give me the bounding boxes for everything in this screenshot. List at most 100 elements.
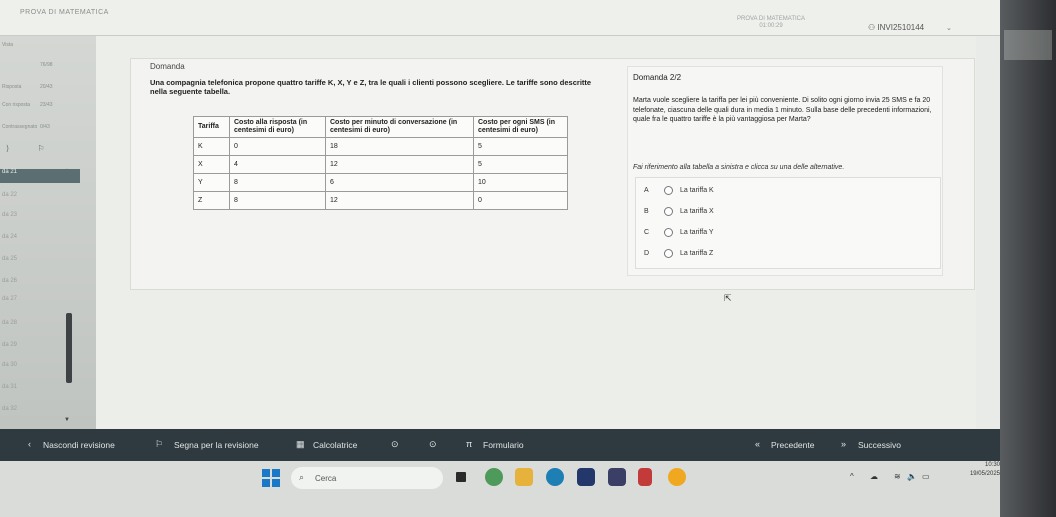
widgets-icon[interactable]: [485, 468, 503, 486]
chevron-up-icon[interactable]: ^: [850, 472, 854, 481]
option-text: La tariffa K: [680, 187, 714, 194]
stat-value: 76/98: [40, 62, 53, 68]
radio-button[interactable]: [664, 249, 673, 258]
sidebar-question-item[interactable]: da 23: [0, 212, 80, 226]
exam-name: PROVA DI MATEMATICA: [737, 16, 806, 22]
clock-icon[interactable]: ⊙: [391, 439, 399, 450]
table-cell: 0: [473, 191, 568, 210]
table-row: K 0 18 5: [193, 137, 568, 156]
sidebar-scrollbar[interactable]: [66, 313, 72, 383]
sub-question-title: Domanda 2/2: [633, 73, 682, 82]
stat-value: 20/43: [40, 84, 53, 90]
stat-label: Con risposta: [2, 102, 31, 108]
table-row: Y 8 6 10: [193, 173, 568, 192]
column-header: Costo alla risposta (in centesimi di eur…: [229, 116, 326, 138]
speaker-icon[interactable]: 🔈: [907, 472, 917, 481]
sub-question-hint: Fai riferimento alla tabella a sinistra …: [633, 164, 845, 171]
radio-button[interactable]: [664, 186, 673, 195]
taskbar-clock[interactable]: 10:30 19/05/2025: [940, 461, 1000, 479]
task-view-icon[interactable]: [456, 472, 466, 482]
windows-start-icon[interactable]: [262, 469, 280, 487]
chevron-left-icon[interactable]: ‹: [28, 439, 31, 449]
store-icon[interactable]: [577, 468, 595, 486]
column-header: Costo per ogni SMS (in centesimi di euro…: [473, 116, 568, 138]
sidebar-stat-row: Vista: [0, 38, 96, 52]
exam-screen: PROVA DI MATEMATICA PROVA DI MATEMATICA …: [0, 0, 1000, 517]
exam-header: PROVA DI MATEMATICA PROVA DI MATEMATICA …: [0, 0, 1000, 36]
sidebar-question-item[interactable]: da 25: [0, 256, 80, 270]
table-row: Z 8 12 0: [193, 191, 568, 210]
table-row: X 4 12 5: [193, 155, 568, 174]
battery-icon[interactable]: ▭: [922, 472, 930, 481]
option-letter: C: [644, 229, 650, 236]
exam-timer: 01:00:29: [759, 23, 783, 29]
sidebar-stat-row: Con risposta 23/43: [0, 98, 96, 112]
answer-option-b[interactable]: B La tariffa X: [640, 204, 930, 220]
next-button[interactable]: Successivo: [858, 440, 901, 450]
security-app-icon[interactable]: [638, 468, 652, 486]
sidebar-question-item[interactable]: da 31: [0, 384, 80, 398]
table-cell: 0: [229, 137, 326, 156]
user-icon: ⚇: [868, 23, 878, 32]
sidebar-question-item[interactable]: da 27: [0, 296, 80, 310]
radio-button[interactable]: [664, 228, 673, 237]
clock-time: 10:30: [984, 462, 1000, 468]
calculator-button[interactable]: Calcolatrice: [313, 440, 357, 450]
wifi-icon[interactable]: ≋: [894, 472, 901, 481]
table-cell: Z: [193, 191, 230, 210]
stat-value: 0/43: [40, 124, 50, 130]
column-header: Costo per minuto di conversazione (in ce…: [325, 116, 474, 138]
table-cell: K: [193, 137, 230, 156]
table-cell: 12: [325, 191, 474, 210]
formulary-button[interactable]: Formulario: [483, 440, 524, 450]
radio-button[interactable]: [664, 207, 673, 216]
table-cell: 6: [325, 173, 474, 192]
stat-value: 23/43: [40, 102, 53, 108]
option-letter: B: [644, 208, 649, 215]
scroll-down-icon[interactable]: ▼: [64, 417, 70, 423]
question-sidebar: Vista 76/98 Risposta 20/43 Con risposta …: [0, 36, 96, 429]
app-title: PROVA DI MATEMATICA: [20, 9, 109, 16]
sidebar-stat-row: Contrassegnato 0/43: [0, 120, 96, 134]
stat-label: Risposta: [2, 84, 22, 90]
mark-for-review-button[interactable]: Segna per la revisione: [174, 440, 259, 450]
pi-icon: π: [466, 439, 473, 449]
cloud-icon[interactable]: ☁: [870, 472, 878, 481]
browser-app-icon[interactable]: [668, 468, 686, 486]
file-explorer-icon[interactable]: [515, 468, 533, 486]
sidebar-stat-row: Risposta 20/43: [0, 80, 96, 94]
flag-icon: ⚐: [155, 439, 164, 449]
taskbar-search[interactable]: ⌕ Cerca: [291, 467, 443, 489]
table-cell: 10: [473, 173, 568, 192]
question-label: Domanda: [150, 62, 185, 71]
table-cell: 5: [473, 155, 568, 174]
sidebar-question-item[interactable]: da 26: [0, 278, 80, 292]
user-badge[interactable]: ⚇ INVI2510144: [868, 23, 924, 32]
sidebar-question-item[interactable]: da 24: [0, 234, 80, 248]
calculator-icon: ▦: [296, 439, 305, 449]
stat-label: Contrassegnato: [2, 124, 38, 130]
table-cell: 8: [229, 191, 326, 210]
exam-info: PROVA DI MATEMATICA 01:00:29: [737, 16, 805, 30]
back-icon[interactable]: ⟩: [6, 144, 9, 153]
table-cell: 8: [229, 173, 326, 192]
stat-label: Vista: [2, 42, 14, 48]
option-letter: A: [644, 187, 649, 194]
monitor-bezel: [1000, 0, 1056, 517]
flag-icon[interactable]: ⚐: [37, 144, 44, 153]
user-id: INVI2510144: [877, 23, 925, 32]
option-text: La tariffa X: [680, 208, 714, 215]
edge-browser-icon[interactable]: [546, 468, 564, 486]
sidebar-question-item[interactable]: da 22: [0, 192, 80, 206]
sidebar-question-item[interactable]: da 21: [0, 169, 80, 183]
answer-option-c[interactable]: C La tariffa Y: [640, 225, 930, 241]
sub-question-text: Marta vuole scegliere la tariffa per lei…: [633, 97, 932, 123]
option-letter: D: [644, 250, 650, 257]
app-icon[interactable]: [608, 468, 626, 486]
answer-option-d[interactable]: D La tariffa Z: [640, 246, 930, 262]
answer-option-a[interactable]: A La tariffa K: [640, 183, 930, 199]
hide-review-button[interactable]: Nascondi revisione: [43, 440, 115, 450]
previous-button[interactable]: Precedente: [771, 440, 814, 450]
chevron-down-icon[interactable]: ⌄: [946, 24, 952, 32]
info-icon[interactable]: ⊙: [429, 439, 437, 450]
